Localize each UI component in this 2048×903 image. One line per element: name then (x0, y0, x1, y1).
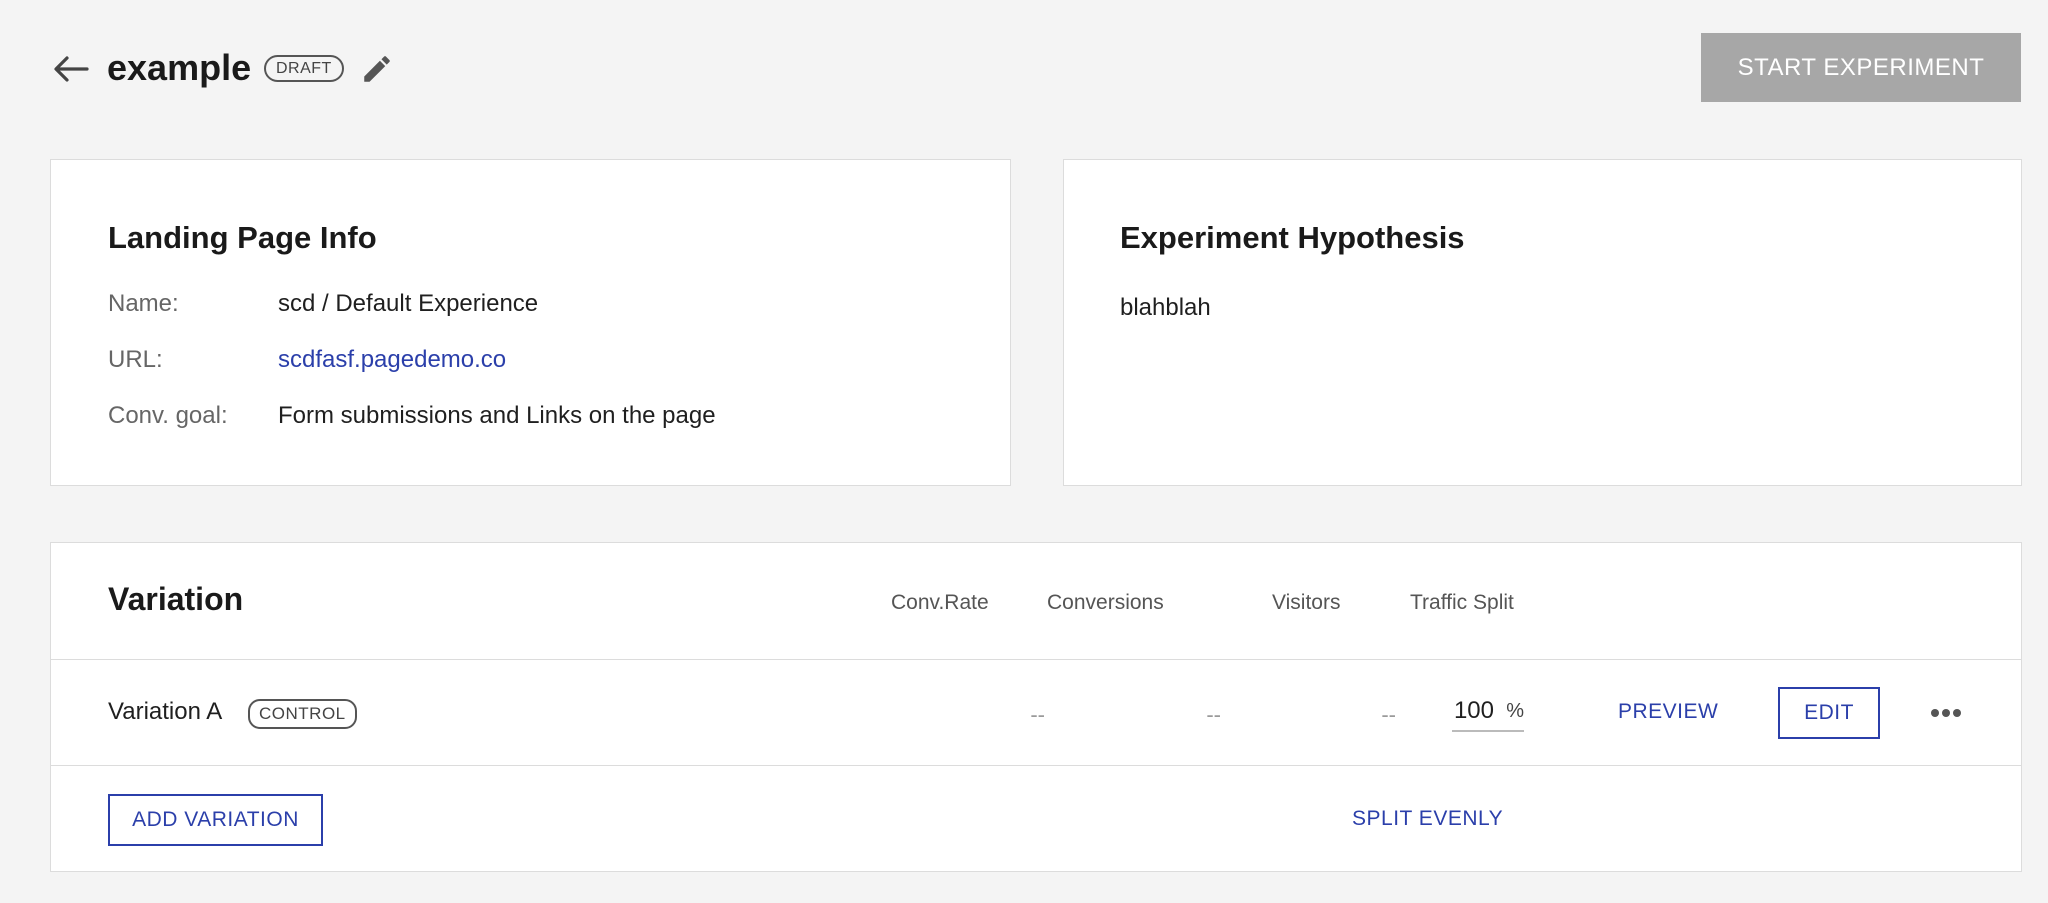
pencil-icon (364, 56, 390, 82)
info-label: Name: (108, 290, 179, 317)
variation-table: Variation Conv.Rate Conversions Visitors… (50, 542, 2022, 872)
info-label: URL: (108, 346, 163, 373)
table-row: Variation A CONTROL -- -- -- % PREVIEW E… (51, 660, 2021, 766)
info-value: scd / Default Experience (278, 290, 539, 317)
variation-table-header: Variation Conv.Rate Conversions Visitors… (51, 543, 2021, 660)
add-variation-button[interactable]: ADD VARIATION (108, 794, 323, 846)
arrow-left-icon (54, 56, 89, 82)
conversions-value: -- (1206, 702, 1221, 727)
traffic-split-field: % (1452, 694, 1524, 732)
edit-title-button[interactable] (358, 50, 396, 88)
edit-variation-button[interactable]: EDIT (1778, 687, 1880, 739)
variation-title: Variation (108, 581, 244, 617)
split-evenly-button[interactable]: SPLIT EVENLY (1352, 807, 1503, 831)
percent-unit: % (1506, 700, 1524, 722)
back-button[interactable] (50, 48, 92, 90)
page-title: example (107, 47, 252, 88)
control-badge: CONTROL (248, 699, 357, 729)
more-horizontal-icon (1931, 709, 1961, 717)
info-value: Form submissions and Links on the page (278, 402, 716, 429)
variation-name: Variation A (108, 698, 223, 725)
variation-table-footer: ADD VARIATION SPLIT EVENLY (51, 766, 2021, 873)
experiment-page: example DRAFT START EXPERIMENT Landing P… (0, 0, 2048, 903)
column-header-conv-rate: Conv.Rate (891, 591, 989, 614)
landing-page-info-card: Landing Page Info Name: scd / Default Ex… (50, 159, 1011, 486)
status-badge: DRAFT (264, 55, 344, 82)
landing-page-info-title: Landing Page Info (108, 220, 377, 255)
conv-rate-value: -- (1030, 702, 1045, 727)
column-header-visitors: Visitors (1272, 591, 1341, 614)
start-experiment-button[interactable]: START EXPERIMENT (1701, 33, 2021, 102)
column-header-conversions: Conversions (1047, 591, 1164, 614)
preview-button[interactable]: PREVIEW (1618, 700, 1718, 724)
info-label: Conv. goal: (108, 402, 228, 429)
hypothesis-card: Experiment Hypothesis blahblah (1063, 159, 2022, 486)
column-header-traffic-split: Traffic Split (1410, 591, 1514, 614)
hypothesis-text: blahblah (1120, 294, 1211, 321)
more-options-button[interactable] (1926, 696, 1966, 730)
url-link[interactable]: scdfasf.pagedemo.co (278, 346, 506, 374)
hypothesis-title: Experiment Hypothesis (1120, 220, 1465, 255)
traffic-split-input[interactable] (1452, 694, 1494, 728)
visitors-value: -- (1381, 702, 1396, 727)
